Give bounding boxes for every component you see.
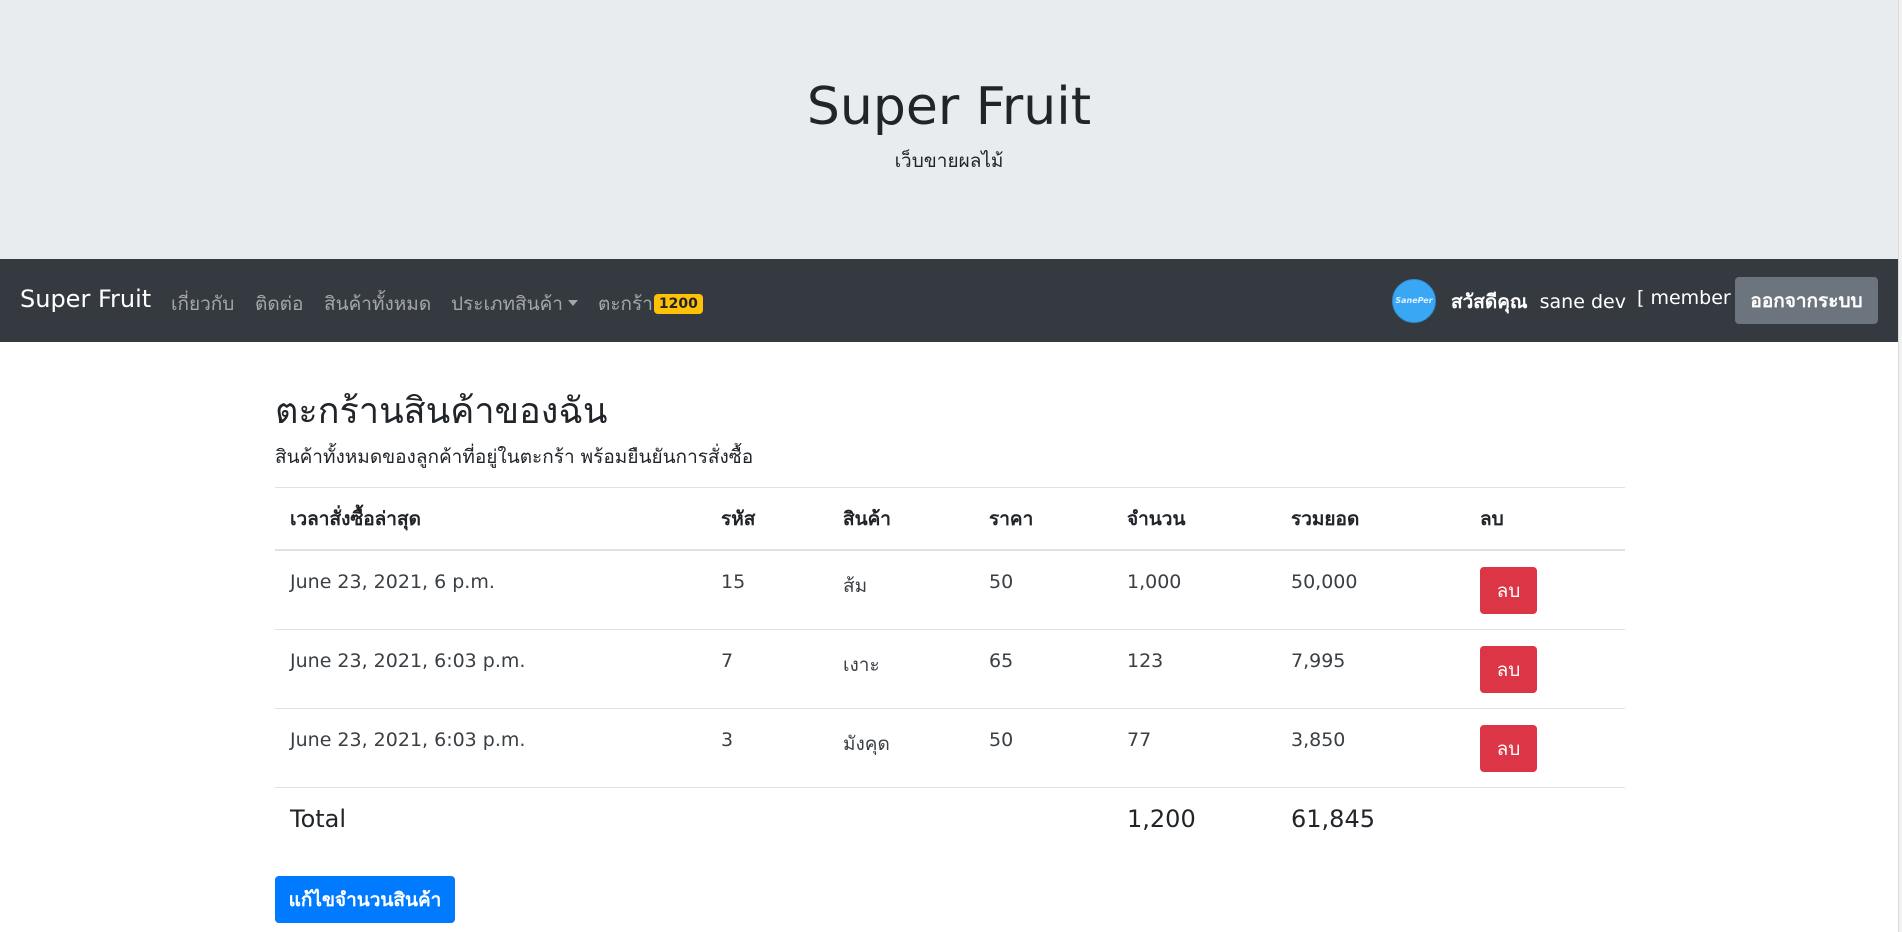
delete-button[interactable]: ลบ: [1480, 567, 1537, 614]
cell-sum: 7,995: [1291, 650, 1346, 672]
delete-button[interactable]: ลบ: [1480, 725, 1537, 772]
nav-contact[interactable]: ติดต่อ: [255, 289, 303, 319]
cell-id: 15: [721, 571, 746, 593]
nav-all-products[interactable]: สินค้าทั้งหมด: [324, 289, 431, 319]
cell-product: ส้ม: [843, 575, 868, 597]
user-greeting: สวัสดีคุณ sane dev: [1451, 287, 1626, 317]
avatar: SanePer: [1392, 279, 1436, 323]
page-scrollbar[interactable]: [1898, 0, 1902, 932]
site-subtitle: เว็บขายผลไม้: [894, 150, 1004, 172]
cart-count-badge: 1200: [653, 294, 703, 314]
cell-qty: 123: [1127, 650, 1164, 672]
total-row: Total 1,200 61,845: [275, 787, 1625, 850]
cell-time: June 23, 2021, 6:03 p.m.: [290, 729, 526, 751]
nav-about[interactable]: เกี่ยวกับ: [171, 289, 234, 319]
nav-cart-label: ตะกร้า: [598, 293, 653, 315]
cell-sum: 50,000: [1291, 571, 1358, 593]
header-time: เวลาสั่งซื้อล่าสุด: [275, 487, 706, 551]
cart-table: เวลาสั่งซื้อล่าสุด รหัส สินค้า ราคา จำนว…: [275, 487, 1625, 850]
cell-qty: 77: [1127, 729, 1152, 751]
main-navbar: Super Fruit เกี่ยวกับ ติดต่อ สินค้าทั้งห…: [0, 259, 1898, 342]
cell-id: 3: [721, 729, 734, 751]
delete-button[interactable]: ลบ: [1480, 646, 1537, 693]
nav-cart[interactable]: ตะกร้า 1200: [598, 289, 703, 319]
table-row: June 23, 2021, 6:03 p.m. 3 มังคุด 50 77 …: [275, 708, 1625, 788]
table-header-row: เวลาสั่งซื้อล่าสุด รหัส สินค้า ราคา จำนว…: [275, 487, 1625, 551]
nav-categories-dropdown[interactable]: ประเภทสินค้า: [451, 289, 578, 319]
navbar-brand[interactable]: Super Fruit: [20, 285, 151, 313]
site-header: Super Fruit เว็บขายผลไม้: [0, 0, 1898, 259]
cell-product: มังคุด: [843, 733, 890, 755]
header-price: ราคา: [974, 487, 1112, 551]
header-delete: ลบ: [1465, 487, 1625, 551]
page-description: สินค้าทั้งหมดของลูกค้าที่อยู่ในตะกร้า พร…: [275, 446, 754, 468]
chevron-down-icon: [567, 300, 578, 306]
table-row: June 23, 2021, 6:03 p.m. 7 เงาะ 65 123 7…: [275, 629, 1625, 709]
cell-sum: 3,850: [1291, 729, 1346, 751]
total-label: Total: [275, 787, 706, 850]
nav-categories-label: ประเภทสินค้า: [451, 293, 563, 315]
user-role: [ member ]: [1637, 287, 1745, 309]
username: sane dev: [1539, 291, 1626, 313]
cell-qty: 1,000: [1127, 571, 1182, 593]
table-row: June 23, 2021, 6 p.m. 15 ส้ม 50 1,000 50…: [275, 549, 1625, 630]
header-product: สินค้า: [828, 487, 974, 551]
cell-price: 50: [989, 571, 1014, 593]
logout-button[interactable]: ออกจากระบบ: [1735, 277, 1878, 324]
cell-price: 65: [989, 650, 1014, 672]
total-sum: 61,845: [1276, 787, 1465, 850]
header-id: รหัส: [706, 487, 828, 551]
site-title: Super Fruit: [806, 77, 1092, 137]
cell-id: 7: [721, 650, 734, 672]
header-qty: จำนวน: [1112, 487, 1276, 551]
cell-time: June 23, 2021, 6 p.m.: [290, 571, 495, 593]
page-title: ตะกร้านสินค้าของฉัน: [275, 391, 608, 432]
edit-quantity-button[interactable]: แก้ไขจำนวนสินค้า: [275, 876, 455, 923]
greeting-text: สวัสดีคุณ: [1451, 291, 1528, 313]
cell-price: 50: [989, 729, 1014, 751]
cell-time: June 23, 2021, 6:03 p.m.: [290, 650, 526, 672]
cell-product: เงาะ: [843, 654, 880, 676]
total-qty: 1,200: [1112, 787, 1276, 850]
header-sum: รวมยอด: [1276, 487, 1465, 551]
